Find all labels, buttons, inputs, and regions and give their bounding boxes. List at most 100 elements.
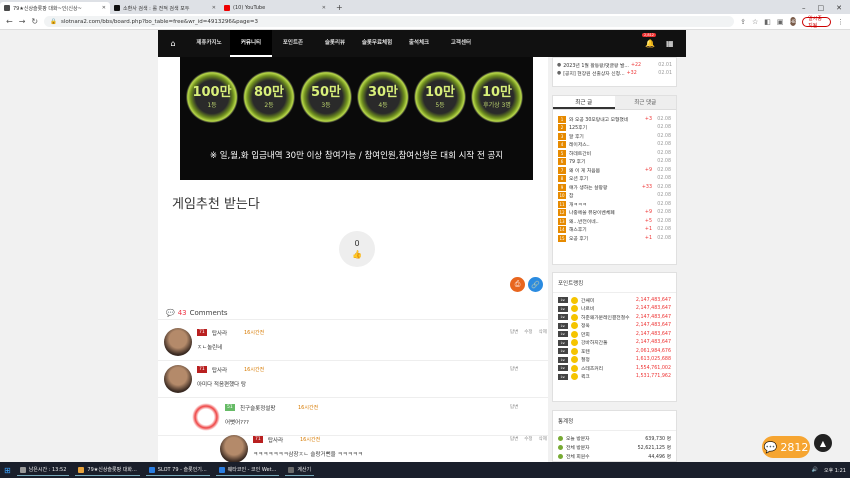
- ranking-item[interactable]: Lv. 포텐 2,061,984,676: [553, 347, 676, 356]
- recent-post-item[interactable]: 12 나중에쓸 뷰당이벤체폐 +9 02.08: [553, 209, 676, 218]
- recent-post-item[interactable]: 5 하데트간비 02.08: [553, 149, 676, 158]
- ranking-item[interactable]: Lv. 절정 1,613,025,688: [553, 356, 676, 365]
- scroll-top-button[interactable]: ▲: [814, 434, 832, 452]
- tab-close-icon[interactable]: ✕: [322, 5, 326, 11]
- post-date: 02.08: [657, 116, 671, 122]
- avatar[interactable]: [192, 403, 220, 431]
- comment-action-2[interactable]: 삭제: [539, 436, 547, 442]
- menu-dots-icon[interactable]: ⋮: [837, 18, 844, 26]
- sidepanel-icon[interactable]: ▣: [777, 18, 784, 26]
- comment-author[interactable]: 탑사라: [212, 329, 227, 337]
- ranking-item[interactable]: Lv. 허준왜가문레인결전철수 2,147,483,647: [553, 313, 676, 322]
- menu-item[interactable]: 출석체크: [398, 30, 440, 57]
- bell-icon[interactable]: 🔔: [645, 39, 655, 48]
- bookmark-star-icon[interactable]: ☆: [752, 18, 758, 26]
- comment-author[interactable]: 탑사라: [212, 366, 227, 374]
- home-icon[interactable]: ⌂: [158, 39, 188, 48]
- comment-action-0[interactable]: 답변: [510, 366, 518, 372]
- maximize-icon[interactable]: □: [818, 2, 825, 14]
- recent-post-item[interactable]: 2 125후기 02.08: [553, 124, 676, 133]
- tab-close-icon[interactable]: ✕: [102, 5, 106, 11]
- menu-item[interactable]: 포인트존: [272, 30, 314, 57]
- post-comment-count: +9: [644, 210, 652, 216]
- comment-author[interactable]: 탑사라: [268, 436, 283, 444]
- ranking-item[interactable]: Lv. 강바하지간둘 2,147,483,647: [553, 339, 676, 348]
- recent-post-item[interactable]: 7왜 이 게 처음봄 +9 02.08: [553, 166, 676, 175]
- taskbar-item[interactable]: 남은시간 : 13:52: [16, 464, 70, 476]
- taskbar-item[interactable]: 79★신상슬롯팡 대화...: [75, 464, 140, 476]
- browser-tab[interactable]: (10) YouTube ✕: [220, 2, 330, 14]
- browser-tab[interactable]: 79★신상슬롯팡 대화~인(신상~ ✕: [0, 2, 110, 14]
- ranking-item[interactable]: Lv. 퀵크 1,531,771,962: [553, 373, 676, 382]
- tab-close-icon[interactable]: ✕: [212, 5, 216, 11]
- avatar[interactable]: [220, 435, 248, 463]
- minimize-icon[interactable]: –: [802, 2, 806, 14]
- recent-post-item[interactable]: 4 레이저스.. 02.08: [553, 141, 676, 150]
- comment-action-1[interactable]: 수정: [524, 329, 532, 335]
- post-title: 알 후기: [569, 134, 584, 140]
- comment-action-0[interactable]: 답변: [510, 404, 518, 410]
- recent-post-item[interactable]: 15 오공 후기 +1 02.08: [553, 234, 676, 243]
- print-icon[interactable]: ⎙: [510, 277, 525, 292]
- comment-author[interactable]: 친구슬롯정설팡: [240, 404, 275, 412]
- recent-post-item[interactable]: 6 79 후기 02.08: [553, 158, 676, 167]
- recent-post-item[interactable]: 14 해스후기 +1 02.08: [553, 226, 676, 235]
- recent-post-item[interactable]: 13 왜...반전이네.. +5 02.08: [553, 217, 676, 226]
- comment-action-2[interactable]: 삭제: [539, 329, 547, 335]
- tab-recent-comments[interactable]: 최근 댓글: [614, 96, 676, 109]
- like-button[interactable]: 0 👍: [339, 231, 375, 267]
- menu-item[interactable]: 슬롯리뷰: [314, 30, 356, 57]
- ranking-item[interactable]: Lv. 만희 2,147,483,647: [553, 330, 676, 339]
- recent-post-item[interactable]: 9 얘가 생하는 살팡팡 +33 02.08: [553, 183, 676, 192]
- menu-item[interactable]: 커뮤니티: [230, 30, 272, 57]
- level-badge: Lv.: [558, 322, 568, 329]
- browser-tab[interactable]: 소환사 검색 : 롤 전적 검색 포두 ✕: [110, 2, 220, 14]
- tab-recent-posts[interactable]: 최근 글: [553, 96, 615, 109]
- recent-post-item[interactable]: 10 잡 02.08: [553, 192, 676, 201]
- ranking-item[interactable]: Lv. 간쌔미 2,147,483,647: [553, 296, 676, 305]
- ranking-item[interactable]: Lv. 정욱 2,147,483,647: [553, 322, 676, 331]
- notice-item[interactable]: ● [공지] 현장원 선출상자 신청... +32 02.01: [553, 70, 676, 79]
- forward-icon[interactable]: →: [19, 17, 26, 26]
- link-icon[interactable]: 🔗: [528, 277, 543, 292]
- back-icon[interactable]: ←: [6, 17, 13, 26]
- avatar[interactable]: [164, 328, 192, 356]
- taskbar-item[interactable]: 계산기: [285, 464, 315, 476]
- taskbar-item[interactable]: 웨타코인 - 코인 Wet...: [215, 464, 280, 476]
- prize-rank: 후기상 3명: [483, 101, 511, 109]
- taskbar-item[interactable]: SLOT 79 - 슬롯인기...: [145, 464, 210, 476]
- extensions-icon[interactable]: ◧: [764, 18, 771, 26]
- recent-posts-box: 최근 글 최근 댓글 1와 오공 30모탕내고 모형졌네 +3 02.08 2 125후…: [552, 95, 677, 265]
- stat-item: 오늘 방문자 639,730 명: [553, 434, 676, 443]
- url-field[interactable]: 🔒 slotnara2.com/bbs/board.php?bo_table=f…: [44, 16, 735, 27]
- speaker-icon[interactable]: 🔊: [812, 467, 818, 473]
- paused-button[interactable]: 일시중지됨: [802, 16, 831, 29]
- recent-post-item[interactable]: 3알 후기 02.08: [553, 132, 676, 141]
- windows-start-icon[interactable]: ⊞: [4, 466, 11, 475]
- profile-avatar[interactable]: HB: [789, 17, 797, 26]
- ranking-item[interactable]: Lv. 스테츠커리 1,554,761,002: [553, 364, 676, 373]
- ranking-item[interactable]: Lv. 나르비 2,147,483,647: [553, 305, 676, 314]
- chat-button[interactable]: 💬 2812: [762, 436, 810, 458]
- comment-action-1[interactable]: 수정: [524, 436, 532, 442]
- close-icon[interactable]: ✕: [836, 2, 842, 14]
- prize-coin: 30만 4등: [357, 71, 409, 123]
- post-title: 해스후기: [569, 228, 587, 234]
- recent-post-item[interactable]: 11 개ㅋㅋㅋ 02.08: [553, 200, 676, 209]
- notice-item[interactable]: ● 2023년 1월 활동왕/댓글왕 발... +22 02.01: [553, 61, 676, 70]
- clock[interactable]: 오후 1:21: [824, 467, 846, 474]
- comment-action-0[interactable]: 답변: [510, 329, 518, 335]
- avatar[interactable]: [164, 365, 192, 393]
- share-icon[interactable]: ⇪: [740, 18, 746, 26]
- menu-item[interactable]: 고객센터: [440, 30, 482, 57]
- menu-item[interactable]: 슬롯무료체험: [356, 30, 398, 57]
- recent-post-item[interactable]: 1와 오공 30모탕내고 모형졌네 +3 02.08: [553, 115, 676, 124]
- recent-post-item[interactable]: 8 오션 후기 02.08: [553, 175, 676, 184]
- new-tab-button[interactable]: +: [330, 2, 349, 14]
- comment-action-0[interactable]: 답변: [510, 436, 518, 442]
- level-badge: 51: [225, 404, 235, 411]
- user-name: 만희: [581, 332, 590, 338]
- grid-menu-icon[interactable]: ▦: [666, 39, 674, 48]
- menu-item[interactable]: 제휴카지노: [188, 30, 230, 57]
- reload-icon[interactable]: ↻: [31, 17, 38, 26]
